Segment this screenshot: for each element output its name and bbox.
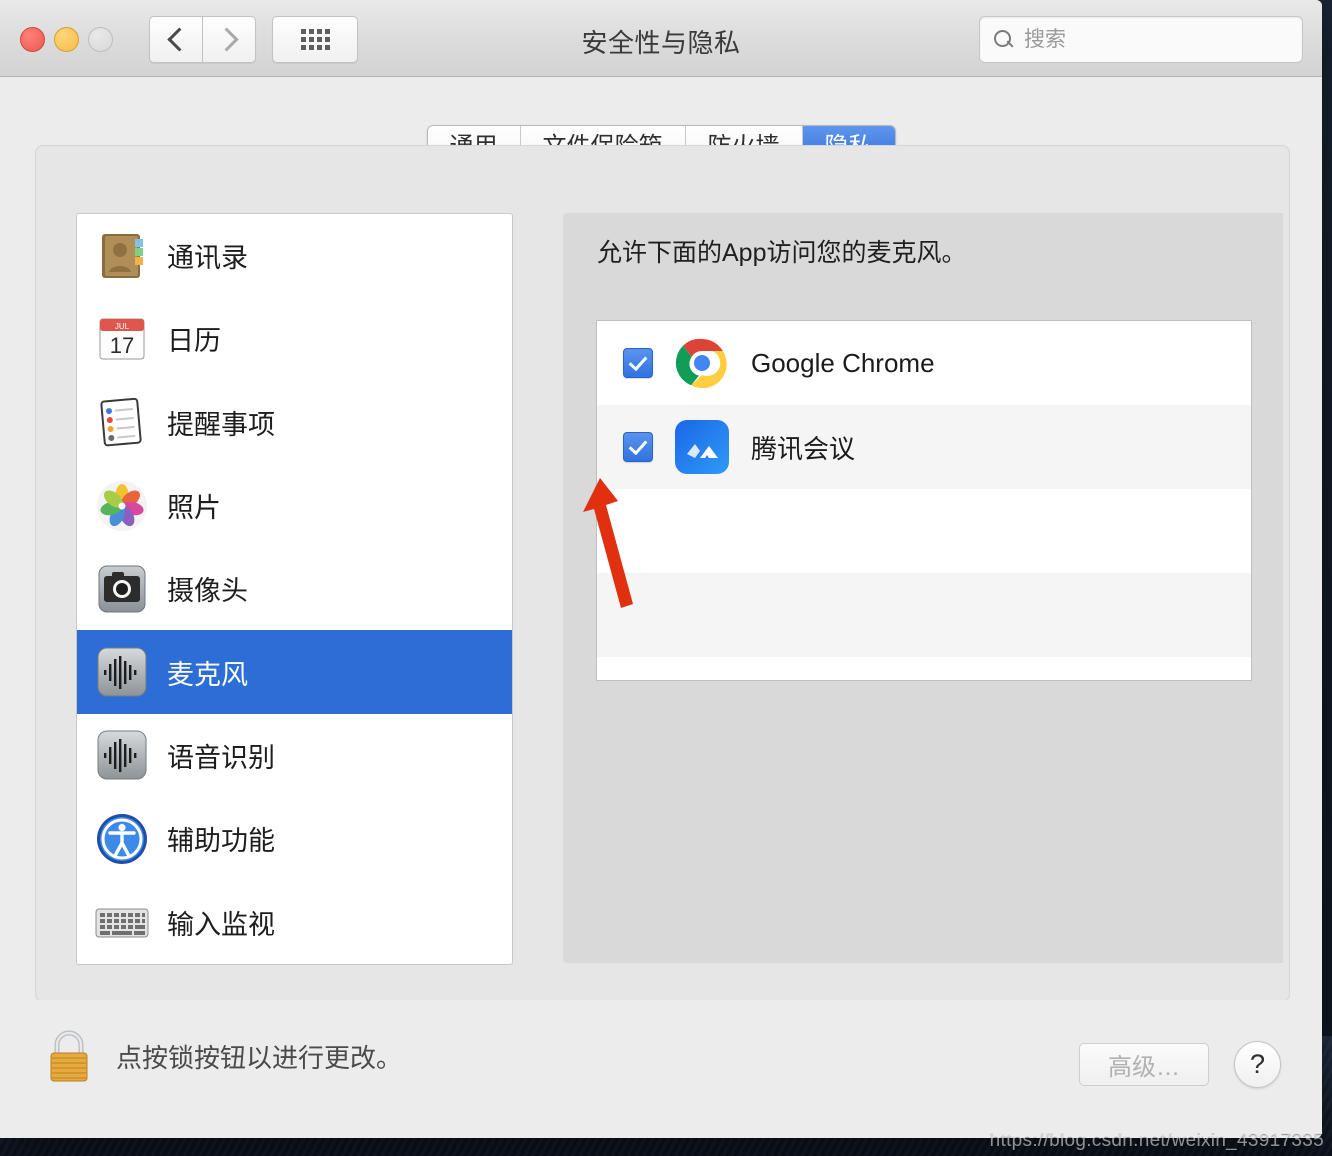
microphone-permissions-panel: 允许下面的App访问您的麦克风。 Google Chrome 腾讯会议 bbox=[563, 213, 1283, 963]
sidebar-item-label: 通讯录 bbox=[167, 243, 248, 274]
sidebar-item-label: 麦克风 bbox=[167, 659, 248, 690]
panel-heading: 允许下面的App访问您的麦克风。 bbox=[597, 239, 967, 267]
privacy-pane: 通讯录 JUL 17 日历 提醒事项 照片 摄像头 麦克风 语音识别 辅助功能 … bbox=[35, 145, 1290, 1002]
search-icon bbox=[994, 29, 1014, 50]
app-permission-list[interactable]: Google Chrome 腾讯会议 bbox=[596, 320, 1252, 681]
search-field[interactable] bbox=[979, 16, 1303, 63]
sidebar-item-photos[interactable]: 照片 bbox=[77, 464, 512, 547]
chrome-icon bbox=[675, 336, 729, 390]
photos-icon bbox=[93, 477, 151, 535]
svg-text:JUL: JUL bbox=[115, 322, 130, 331]
sidebar-item-camera[interactable]: 摄像头 bbox=[77, 547, 512, 630]
sidebar-item-label: 摄像头 bbox=[167, 576, 248, 607]
search-input[interactable] bbox=[1022, 26, 1276, 53]
app-name: 腾讯会议 bbox=[751, 433, 856, 464]
sidebar-item-microphone[interactable]: 麦克风 bbox=[77, 630, 512, 714]
sidebar-item-label: 照片 bbox=[167, 493, 221, 524]
calendar-icon: JUL 17 bbox=[93, 310, 151, 368]
window-footer: 点按锁按钮以进行更改。 高级… ? bbox=[0, 1000, 1322, 1138]
contacts-icon bbox=[93, 227, 151, 285]
app-row-empty bbox=[597, 489, 1251, 573]
app-row-google-chrome[interactable]: Google Chrome bbox=[597, 321, 1251, 405]
lock-message: 点按锁按钮以进行更改。 bbox=[116, 1042, 403, 1073]
window-titlebar: 安全性与隐私 bbox=[0, 0, 1322, 77]
advanced-button[interactable]: 高级… bbox=[1079, 1043, 1209, 1086]
sidebar-item-label: 语音识别 bbox=[167, 742, 275, 773]
checkbox-google-chrome[interactable] bbox=[623, 348, 653, 378]
sidebar-item-calendar[interactable]: JUL 17 日历 bbox=[77, 297, 512, 380]
sidebar-item-speech-recognition[interactable]: 语音识别 bbox=[77, 714, 512, 797]
tencent-meeting-icon bbox=[675, 420, 729, 474]
sidebar-item-label: 日历 bbox=[167, 326, 221, 357]
sidebar-item-label: 提醒事项 bbox=[167, 409, 275, 440]
camera-icon bbox=[93, 560, 151, 618]
sidebar-item-label: 输入监视 bbox=[167, 909, 275, 940]
app-row-empty bbox=[597, 573, 1251, 657]
speech-recognition-icon bbox=[93, 726, 151, 784]
help-button[interactable]: ? bbox=[1234, 1041, 1281, 1088]
sidebar-item-contacts[interactable]: 通讯录 bbox=[77, 214, 512, 297]
system-preferences-window: 安全性与隐私 通用 文件保险箱 防火墙 隐私 bbox=[0, 0, 1322, 1138]
privacy-category-list[interactable]: 通讯录 JUL 17 日历 提醒事项 照片 摄像头 麦克风 语音识别 辅助功能 … bbox=[76, 213, 513, 965]
checkbox-tencent-meeting[interactable] bbox=[623, 432, 653, 462]
sidebar-item-reminders[interactable]: 提醒事项 bbox=[77, 381, 512, 464]
reminders-icon bbox=[93, 393, 151, 451]
input-monitoring-icon bbox=[93, 893, 151, 951]
accessibility-icon bbox=[93, 810, 151, 868]
app-name: Google Chrome bbox=[751, 347, 935, 378]
watermark-text: https://blog.csdn.net/weixin_43917335 bbox=[989, 1130, 1324, 1151]
app-row-tencent-meeting[interactable]: 腾讯会议 bbox=[597, 405, 1251, 489]
lock-control[interactable]: 点按锁按钮以进行更改。 bbox=[44, 1027, 402, 1085]
microphone-icon bbox=[93, 643, 151, 701]
sidebar-item-input-monitoring[interactable]: 输入监视 bbox=[77, 880, 512, 963]
svg-text:17: 17 bbox=[110, 333, 134, 358]
sidebar-item-accessibility[interactable]: 辅助功能 bbox=[77, 797, 512, 880]
app-row-empty bbox=[597, 657, 1251, 680]
sidebar-item-label: 辅助功能 bbox=[167, 826, 275, 857]
padlock-closed-icon[interactable] bbox=[44, 1027, 94, 1085]
